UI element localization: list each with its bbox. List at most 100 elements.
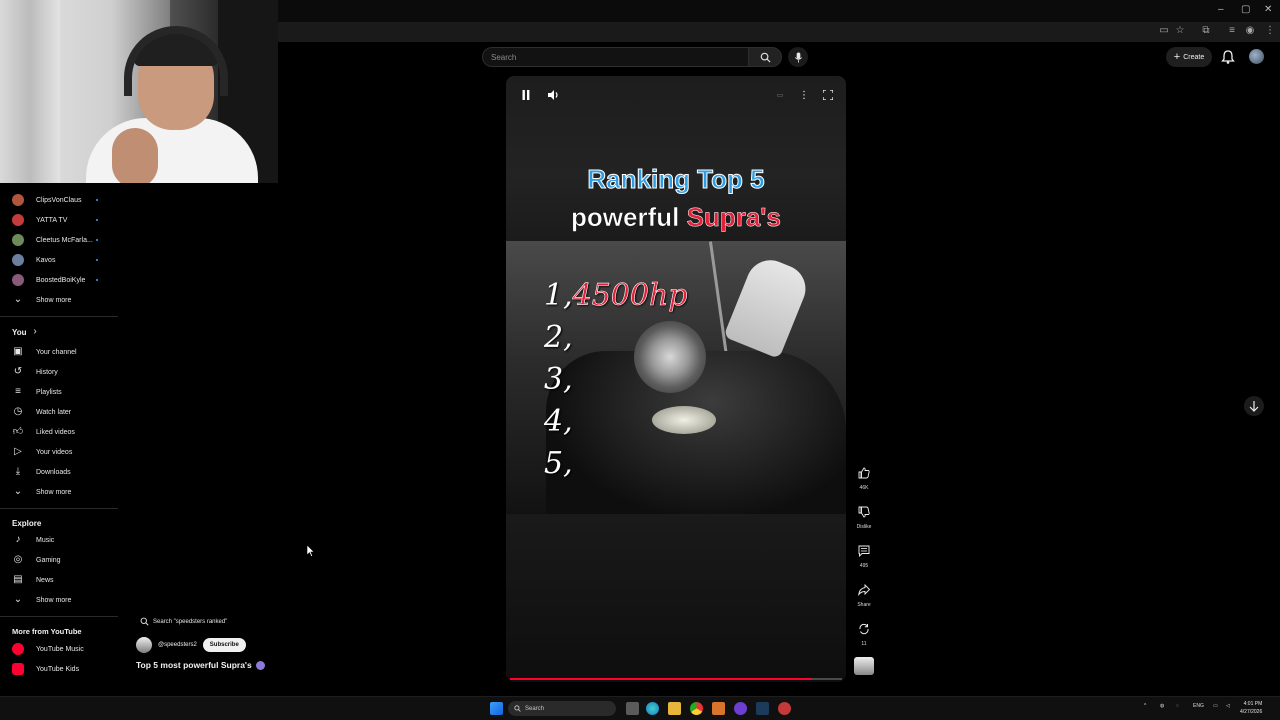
minimize-button[interactable]: – bbox=[1218, 4, 1224, 15]
sidebar-item-news[interactable]: ▤ News bbox=[0, 570, 118, 590]
overlay-title-red: Supra's bbox=[686, 202, 781, 233]
taskbar-search[interactable]: Search bbox=[508, 701, 616, 716]
like-button[interactable] bbox=[854, 463, 874, 483]
related-search-chip[interactable]: Search "speedsters ranked" bbox=[140, 617, 227, 626]
show-more-label: Show more bbox=[36, 296, 72, 304]
next-video-button[interactable] bbox=[1244, 396, 1264, 416]
create-button[interactable]: + Create bbox=[1166, 47, 1212, 67]
new-content-dot bbox=[96, 259, 98, 261]
comments-action[interactable]: 495 bbox=[852, 541, 876, 569]
close-window-button[interactable]: ✕ bbox=[1264, 4, 1272, 15]
sidebar-item-music[interactable]: ♪ Music bbox=[0, 530, 118, 550]
sidebar-item-history[interactable]: ↺ History bbox=[0, 362, 118, 382]
subscription-label: BoostedBoiKyle bbox=[36, 276, 86, 284]
sidebar-item-label: Your channel bbox=[36, 348, 77, 356]
rank-item: 5, bbox=[544, 446, 573, 481]
taskbar-clock[interactable]: 4:01 PM 4/27/2026 bbox=[1240, 700, 1262, 716]
notifications-bell-icon[interactable] bbox=[1220, 49, 1236, 65]
edge-browser-icon[interactable] bbox=[646, 702, 659, 715]
you-show-more[interactable]: ⌄ Show more bbox=[0, 482, 118, 502]
sidebar-item-playlists[interactable]: ≡ Playlists bbox=[0, 382, 118, 402]
share-action[interactable]: Share bbox=[852, 580, 876, 608]
captions-button[interactable]: ▭ bbox=[773, 88, 787, 102]
share-button[interactable] bbox=[854, 580, 874, 600]
fullscreen-button[interactable] bbox=[821, 88, 835, 102]
file-explorer-icon[interactable] bbox=[668, 702, 681, 715]
comment-icon bbox=[858, 545, 870, 557]
shorts-title-text: Top 5 most powerful Supra's bbox=[136, 660, 252, 670]
remix-button[interactable] bbox=[854, 619, 874, 639]
sidebar-subscription-item[interactable]: BoostedBoiKyle bbox=[0, 270, 118, 290]
watch-later-icon: ◷ bbox=[13, 406, 23, 417]
task-view-icon[interactable] bbox=[626, 702, 639, 715]
sidebar-item-youtube-music[interactable]: YouTube Music bbox=[0, 639, 118, 659]
sidebar-subscription-item[interactable]: Kavos bbox=[0, 250, 118, 270]
remix-icon bbox=[859, 623, 869, 635]
language-indicator[interactable]: ENG bbox=[1193, 703, 1204, 709]
sidebar-item-watch-later[interactable]: ◷ Watch later bbox=[0, 402, 118, 422]
windows-start-icon[interactable] bbox=[490, 702, 503, 715]
maximize-button[interactable]: ▢ bbox=[1241, 4, 1250, 15]
rank-item: 2, bbox=[544, 320, 573, 355]
sidebar-item-your-videos[interactable]: ▷ Your videos bbox=[0, 442, 118, 462]
bookmark-star-icon[interactable]: ☆ bbox=[1174, 25, 1186, 37]
volume-tray-icon[interactable]: ◁ bbox=[1226, 703, 1230, 709]
remix-action[interactable]: 11 bbox=[852, 619, 876, 647]
scene-mechanic bbox=[723, 253, 813, 359]
channel-avatar[interactable] bbox=[136, 637, 152, 653]
search-input[interactable] bbox=[491, 48, 741, 66]
like-action[interactable]: 46K bbox=[852, 463, 876, 491]
subscriptions-show-more[interactable]: ⌄ Show more bbox=[0, 290, 118, 310]
pause-button[interactable] bbox=[519, 88, 533, 102]
explore-show-more[interactable]: ⌄ Show more bbox=[0, 590, 118, 610]
steam-icon[interactable] bbox=[756, 702, 769, 715]
browser-menu-icon[interactable]: ≡ bbox=[1226, 25, 1238, 37]
comments-button[interactable] bbox=[854, 541, 874, 561]
sidebar-divider bbox=[0, 616, 118, 617]
sidebar-item-gaming[interactable]: ◎ Gaming bbox=[0, 550, 118, 570]
channel-handle[interactable]: @speedsters2 bbox=[158, 642, 197, 648]
playlists-icon: ≡ bbox=[15, 386, 21, 397]
discord-icon[interactable] bbox=[734, 702, 747, 715]
microphone-tray-icon[interactable]: ◌ bbox=[1176, 703, 1179, 709]
volume-button[interactable] bbox=[547, 88, 561, 102]
rank-number: 1, bbox=[544, 278, 573, 313]
sidebar-subscription-item[interactable]: Cleetus McFarla... bbox=[0, 230, 118, 250]
app-icon[interactable] bbox=[778, 702, 791, 715]
voice-search-button[interactable] bbox=[788, 47, 808, 67]
extensions-icon[interactable]: ⧉ bbox=[1200, 25, 1212, 37]
cast-icon[interactable]: ▭ bbox=[1158, 25, 1170, 37]
video-progress-bar[interactable] bbox=[510, 678, 842, 680]
like-count: 46K bbox=[859, 485, 869, 491]
avatar[interactable] bbox=[1249, 49, 1264, 64]
sidebar-subscription-item[interactable]: ClipsVonClaus bbox=[0, 190, 118, 210]
webcam-person-arm bbox=[112, 128, 158, 183]
shorts-video-player[interactable]: Ranking Top 5 powerful Supra's 1,4500hp … bbox=[506, 76, 846, 682]
new-content-dot bbox=[96, 219, 98, 221]
subscription-label: Cleetus McFarla... bbox=[36, 236, 93, 244]
sidebar-item-youtube-kids[interactable]: YouTube Kids bbox=[0, 659, 118, 679]
browser-profile-icon[interactable]: ◉ bbox=[1244, 25, 1256, 37]
you-section-heading[interactable]: You › bbox=[0, 322, 118, 342]
sidebar-item-your-channel[interactable]: ▣ Your channel bbox=[0, 342, 118, 362]
chevron-down-icon: ⌄ bbox=[13, 294, 23, 305]
search-icon bbox=[140, 617, 149, 626]
network-icon[interactable]: ◍ bbox=[1160, 703, 1164, 709]
clock-date: 4/27/2026 bbox=[1240, 709, 1263, 715]
sound-channel-thumbnail[interactable] bbox=[854, 657, 874, 675]
search-button[interactable] bbox=[748, 47, 782, 67]
more-options-button[interactable]: ⋮ bbox=[797, 88, 811, 102]
sidebar-subscription-item[interactable]: YATTA TV bbox=[0, 210, 118, 230]
browser-more-icon[interactable]: ⋮ bbox=[1264, 25, 1276, 37]
subscribe-button[interactable]: Subscribe bbox=[202, 638, 246, 652]
chrome-icon[interactable] bbox=[690, 702, 703, 715]
chevron-down-icon: ⌄ bbox=[13, 486, 23, 497]
sidebar-item-downloads[interactable]: ⤓ Downloads bbox=[0, 462, 118, 482]
dislike-button[interactable] bbox=[854, 502, 874, 522]
sidebar-item-liked-videos[interactable]: 👍︎ Liked videos bbox=[0, 422, 118, 442]
display-icon[interactable]: ▭ bbox=[1213, 703, 1218, 709]
dislike-action[interactable]: Dislike bbox=[852, 502, 876, 530]
vlc-icon[interactable] bbox=[712, 702, 725, 715]
tray-expand-icon[interactable]: ^ bbox=[1144, 703, 1146, 709]
shorts-title[interactable]: Top 5 most powerful Supra's bbox=[136, 660, 265, 670]
